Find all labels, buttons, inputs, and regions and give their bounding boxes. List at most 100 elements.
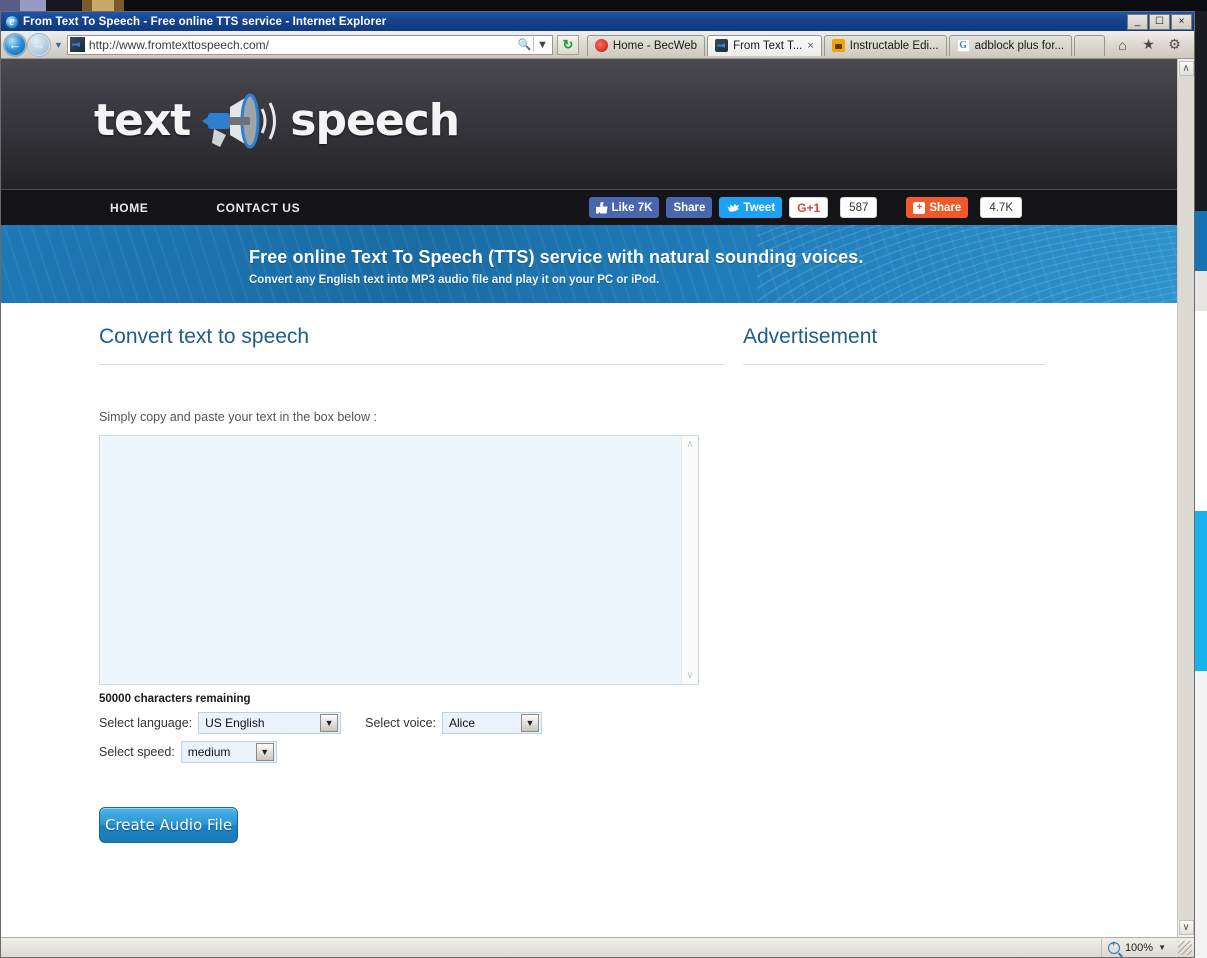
desktop-top-strip bbox=[0, 0, 1207, 11]
twitter-tweet-button[interactable]: Tweet bbox=[719, 197, 783, 218]
maximize-button[interactable]: ☐ bbox=[1149, 13, 1170, 30]
scroll-up-button[interactable]: ∧ bbox=[1178, 61, 1194, 76]
tts-favicon-icon bbox=[715, 39, 729, 52]
chevron-down-icon[interactable]: ▼ bbox=[255, 743, 274, 761]
zoom-level-label: 100% bbox=[1124, 941, 1154, 954]
google-plus-one-button[interactable]: G+1 bbox=[789, 197, 829, 218]
desktop-chip bbox=[0, 0, 20, 11]
new-tab-button[interactable] bbox=[1074, 34, 1106, 56]
speed-select-value: medium bbox=[187, 745, 231, 759]
background-window-edge bbox=[1195, 11, 1207, 958]
close-button[interactable]: × bbox=[1171, 13, 1192, 30]
address-bar[interactable]: http://www.fromtexttospeech.com/ 🔍 ▼ bbox=[66, 34, 553, 55]
banner-subtitle: Convert any English text into MP3 audio … bbox=[249, 274, 660, 286]
hero-banner: Free online Text To Speech (TTS) service… bbox=[1, 225, 1177, 303]
site-logo[interactable]: text speech bbox=[94, 87, 460, 155]
addthis-share-count: 4.7K bbox=[980, 197, 1022, 218]
banner-title: Free online Text To Speech (TTS) service… bbox=[249, 247, 864, 267]
google-plus-count: 587 bbox=[840, 197, 878, 218]
converter-column: Convert text to speech Simply copy and p… bbox=[99, 325, 724, 843]
scroll-up-icon[interactable]: ∧ bbox=[686, 439, 693, 450]
speed-select[interactable]: medium ▼ bbox=[180, 741, 277, 763]
url-text[interactable]: http://www.fromtexttospeech.com/ bbox=[89, 38, 516, 52]
browser-toolbar: ← → ▼ http://www.fromtexttospeech.com/ 🔍… bbox=[1, 31, 1194, 59]
tab-adblock-plus[interactable]: G adblock plus for... bbox=[948, 34, 1073, 56]
window-title: From Text To Speech - Free online TTS se… bbox=[23, 15, 387, 28]
addthis-share-button[interactable]: + Share bbox=[906, 197, 969, 218]
google-favicon-icon: G bbox=[956, 39, 970, 52]
twitter-tweet-label: Tweet bbox=[743, 201, 776, 214]
nav-item-home[interactable]: HOME bbox=[96, 201, 162, 215]
tab-from-text-to-speech[interactable]: From Text T... × bbox=[707, 34, 822, 56]
home-icon[interactable]: ⌂ bbox=[1114, 36, 1131, 53]
megaphone-icon bbox=[194, 87, 286, 155]
social-share-bar: Like 7K Share Tweet G+1 587 + Share 4.7K bbox=[588, 197, 1022, 218]
tab-label: adblock plus for... bbox=[974, 39, 1065, 52]
scroll-down-button[interactable]: ∨ bbox=[1178, 920, 1194, 935]
desktop-chip bbox=[114, 0, 124, 11]
tab-close-icon[interactable]: × bbox=[807, 40, 813, 52]
voice-select[interactable]: Alice ▼ bbox=[442, 712, 543, 734]
voice-select-value: Alice bbox=[449, 716, 476, 730]
page-scrollbar[interactable]: ∧ ∨ bbox=[1177, 59, 1194, 937]
logo-word-text: text bbox=[94, 95, 191, 146]
chevron-down-icon[interactable]: ▼ bbox=[521, 714, 540, 732]
character-counter: 50000 characters remaining bbox=[99, 693, 251, 705]
nav-item-contact-us[interactable]: CONTACT US bbox=[202, 201, 314, 215]
facebook-like-label: Like 7K bbox=[611, 201, 653, 214]
chevron-down-icon[interactable]: ▼ bbox=[534, 36, 551, 54]
text-input-field[interactable] bbox=[100, 436, 681, 684]
scrollbar-track[interactable] bbox=[1177, 76, 1194, 920]
tab-instructable-editor[interactable]: Instructable Edi... bbox=[823, 34, 947, 56]
facebook-like-button[interactable]: Like 7K bbox=[588, 197, 660, 218]
chevron-down-icon[interactable]: ▼ bbox=[1158, 943, 1166, 952]
advertisement-title: Advertisement bbox=[743, 325, 1045, 365]
tab-strip: Home - BecWeb From Text T... × Instructa… bbox=[586, 34, 1106, 56]
window-title-bar: From Text To Speech - Free online TTS se… bbox=[1, 12, 1194, 31]
browser-viewport: text speech HOME CONTACT US Like 7K Shar… bbox=[1, 59, 1194, 937]
page-content: Convert text to speech Simply copy and p… bbox=[1, 303, 1177, 937]
language-select[interactable]: US English ▼ bbox=[198, 712, 342, 734]
desktop-chip bbox=[20, 0, 46, 11]
tab-home-becweb[interactable]: Home - BecWeb bbox=[586, 34, 706, 56]
page-title: Convert text to speech bbox=[99, 325, 724, 365]
facebook-share-button[interactable]: Share bbox=[666, 197, 713, 218]
becweb-favicon-icon bbox=[594, 39, 608, 52]
tab-label: Home - BecWeb bbox=[612, 39, 698, 52]
zoom-control[interactable]: 100% ▼ bbox=[1100, 938, 1174, 957]
select-language-label: Select language: bbox=[99, 716, 193, 730]
advertisement-column: Advertisement bbox=[743, 325, 1045, 843]
forward-button[interactable]: → bbox=[28, 33, 50, 56]
select-speed-label: Select speed: bbox=[99, 745, 175, 759]
star-icon[interactable]: ★ bbox=[1140, 36, 1157, 53]
minimize-button[interactable]: _ bbox=[1127, 13, 1148, 30]
instructables-favicon-icon bbox=[831, 39, 845, 52]
back-button[interactable]: ← bbox=[4, 33, 26, 56]
status-bar: 100% ▼ bbox=[1, 937, 1194, 957]
thumbs-up-icon bbox=[595, 201, 608, 214]
google-plus-icon: G+1 bbox=[797, 200, 821, 215]
desktop-chip bbox=[46, 0, 82, 11]
logo-word-text: speech bbox=[290, 95, 460, 146]
internet-explorer-icon bbox=[5, 13, 19, 29]
addthis-icon: + bbox=[913, 201, 926, 214]
scroll-down-icon[interactable]: ∨ bbox=[686, 670, 693, 681]
chevron-down-icon[interactable]: ▼ bbox=[320, 714, 339, 732]
site-header: text speech bbox=[1, 59, 1177, 189]
desktop-chip bbox=[124, 0, 1207, 11]
refresh-button[interactable]: ↻ bbox=[556, 34, 579, 55]
toolbar-icons: ⌂ ★ ⚙ bbox=[1114, 36, 1191, 53]
gear-icon[interactable]: ⚙ bbox=[1166, 36, 1183, 53]
text-input-area[interactable]: ∧ ∨ bbox=[99, 435, 699, 685]
history-dropdown-icon[interactable]: ▼ bbox=[54, 40, 63, 50]
zoom-magnifier-icon bbox=[1107, 939, 1120, 954]
language-select-value: US English bbox=[205, 716, 265, 730]
search-icon[interactable]: 🔍 bbox=[516, 36, 533, 54]
resize-grip[interactable] bbox=[1178, 940, 1192, 955]
create-audio-file-button[interactable]: Create Audio File bbox=[99, 807, 238, 843]
textarea-scrollbar[interactable]: ∧ ∨ bbox=[681, 436, 698, 684]
addthis-share-label: Share bbox=[929, 201, 962, 214]
tab-label: From Text T... bbox=[733, 39, 803, 52]
desktop-chip bbox=[92, 0, 114, 11]
speed-row: Select speed: medium ▼ bbox=[99, 741, 724, 763]
